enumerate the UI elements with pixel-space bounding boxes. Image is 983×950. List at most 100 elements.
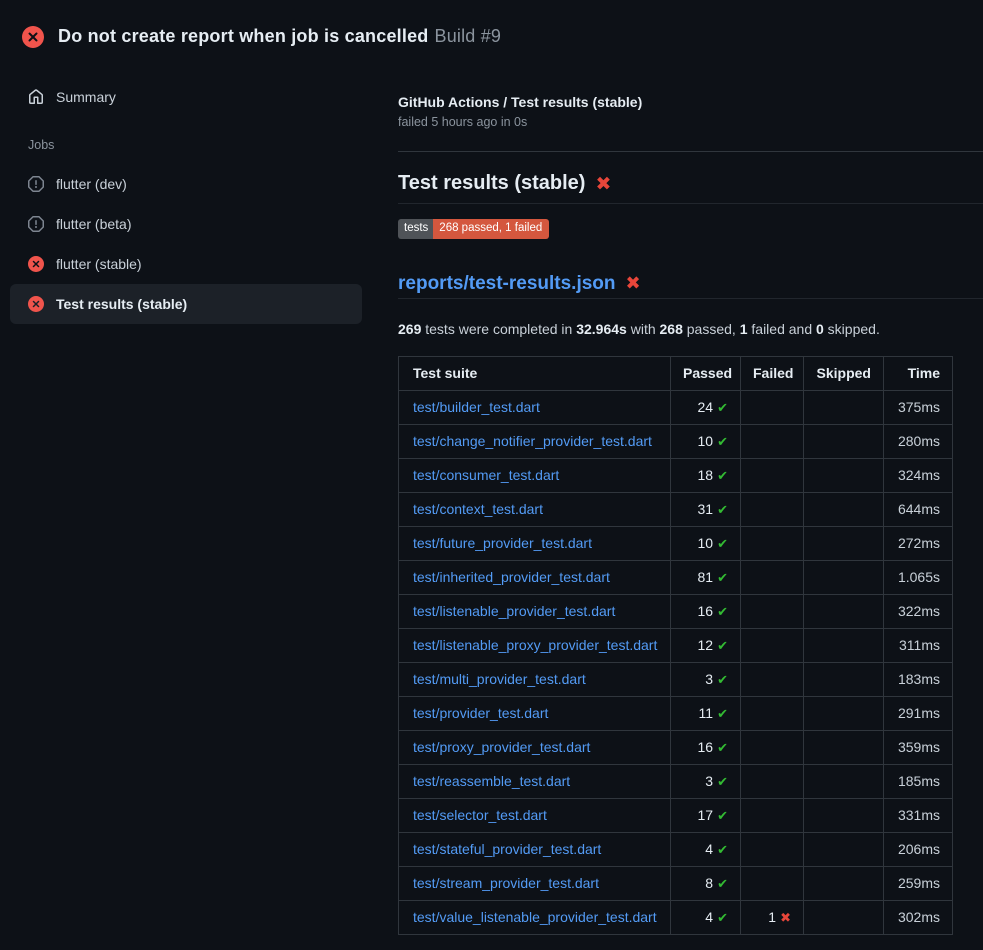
- test-suite-cell: test/future_provider_test.dart: [399, 526, 671, 560]
- test-suite-link[interactable]: test/proxy_provider_test.dart: [413, 739, 590, 755]
- test-suite-link[interactable]: test/listenable_provider_test.dart: [413, 603, 615, 619]
- time-cell: 375ms: [884, 390, 953, 424]
- sidebar-job-item[interactable]: flutter (beta): [10, 204, 362, 244]
- time-cell: 311ms: [884, 628, 953, 662]
- passed-cell-count: 81: [698, 569, 714, 585]
- breadcrumb: GitHub Actions / Test results (stable): [398, 94, 983, 110]
- skipped-cell: [804, 560, 884, 594]
- check-icon: ✔: [717, 707, 728, 722]
- passed-cell: 3✔: [671, 662, 741, 696]
- check-icon: ✔: [717, 401, 728, 416]
- test-suite-link[interactable]: test/selector_test.dart: [413, 807, 547, 823]
- failed-cell: [741, 730, 804, 764]
- time-cell: 322ms: [884, 594, 953, 628]
- passed-cell-count: 10: [698, 535, 714, 551]
- test-suite-link[interactable]: test/value_listenable_provider_test.dart: [413, 909, 657, 925]
- table-row: test/listenable_proxy_provider_test.dart…: [399, 628, 953, 662]
- sidebar-item-summary[interactable]: Summary: [10, 80, 362, 114]
- passed-cell-count: 4: [705, 841, 713, 857]
- test-suite-link[interactable]: test/stateful_provider_test.dart: [413, 841, 601, 857]
- test-suite-link[interactable]: test/multi_provider_test.dart: [413, 671, 586, 687]
- test-suite-link[interactable]: test/builder_test.dart: [413, 399, 540, 415]
- check-icon: ✔: [717, 877, 728, 892]
- summary-fragment: passed,: [683, 321, 740, 337]
- table-row: test/builder_test.dart24✔375ms: [399, 390, 953, 424]
- test-suite-link[interactable]: test/reassemble_test.dart: [413, 773, 570, 789]
- failed-cell: [741, 560, 804, 594]
- passed-cell-count: 12: [698, 637, 714, 653]
- table-row: test/selector_test.dart 17✔ 331ms: [399, 798, 953, 832]
- failed-cell: [741, 798, 804, 832]
- job-label: flutter (stable): [56, 256, 142, 272]
- check-icon: ✔: [717, 741, 728, 756]
- job-label: flutter (beta): [56, 216, 131, 232]
- test-suite-link[interactable]: test/change_notifier_provider_test.dart: [413, 433, 652, 449]
- summary-fragment: tests were completed in: [421, 321, 576, 337]
- check-icon: ✔: [717, 911, 728, 926]
- test-suite-link[interactable]: test/stream_provider_test.dart: [413, 875, 599, 891]
- sidebar-job-item[interactable]: flutter (dev): [10, 164, 362, 204]
- table-row: test/stream_provider_test.dart 8 ✔ 259ms: [399, 866, 953, 900]
- table-row: test/change_notifier_provider_test.dart 1…: [399, 424, 953, 458]
- check-icon: ✔: [717, 673, 728, 688]
- passed-cell: 10✔: [671, 526, 741, 560]
- time-cell: 272ms: [884, 526, 953, 560]
- test-suite-link[interactable]: test/inherited_provider_test.dart: [413, 569, 610, 585]
- summary-fragment: 0: [816, 321, 824, 337]
- test-suite-link[interactable]: test/context_test.dart: [413, 501, 543, 517]
- failed-cross-icon: ✖: [595, 173, 611, 195]
- passed-cell: 12✔: [671, 628, 741, 662]
- time-cell: 280ms: [884, 424, 953, 458]
- skipped-cell: [804, 424, 884, 458]
- failed-cell: [741, 424, 804, 458]
- sidebar-job-item[interactable]: Test results (stable): [10, 284, 362, 324]
- passed-cell: 16✔: [671, 730, 741, 764]
- passed-cell: 16✔: [671, 594, 741, 628]
- summary-fragment: skipped.: [824, 321, 880, 337]
- check-run-page: { "colors": { "bg": "#0d1117", "link_blu…: [0, 0, 983, 950]
- test-suite-link[interactable]: test/listenable_proxy_provider_test.dart: [413, 637, 657, 653]
- sidebar-job-item[interactable]: flutter (stable): [10, 244, 362, 284]
- x-circle-fill-icon: [22, 26, 44, 48]
- sidebar-summary-label: Summary: [56, 89, 116, 105]
- badge-value: 268 passed, 1 failed: [433, 219, 549, 239]
- test-suite-link[interactable]: test/future_provider_test.dart: [413, 535, 592, 551]
- skipped-cell: [804, 798, 884, 832]
- time-cell: 1.065s: [884, 560, 953, 594]
- job-label: flutter (dev): [56, 176, 127, 192]
- jobs-list: flutter (dev) flutter (beta) flutter (stab…: [0, 164, 398, 324]
- summary-fragment: with: [627, 321, 660, 337]
- passed-cell: 17✔: [671, 798, 741, 832]
- report-file-link[interactable]: reports/test-results.json: [398, 273, 616, 295]
- time-cell: 259ms: [884, 866, 953, 900]
- failed-cell: [741, 662, 804, 696]
- test-suite-link[interactable]: test/consumer_test.dart: [413, 467, 559, 483]
- test-suite-cell: test/inherited_provider_test.dart: [399, 560, 671, 594]
- test-suite-cell: test/stateful_provider_test.dart: [399, 832, 671, 866]
- summary-fragment: 269: [398, 321, 421, 337]
- time-cell: 359ms: [884, 730, 953, 764]
- test-suite-link[interactable]: test/provider_test.dart: [413, 705, 548, 721]
- skipped-cell: [804, 492, 884, 526]
- check-icon: ✔: [717, 843, 728, 858]
- test-suite-cell: test/value_listenable_provider_test.dart: [399, 900, 671, 934]
- test-suite-cell: test/reassemble_test.dart: [399, 764, 671, 798]
- badge-label: tests: [398, 219, 433, 239]
- failed-cell: [741, 594, 804, 628]
- check-icon: ✔: [717, 469, 728, 484]
- check-icon: ✔: [717, 503, 728, 518]
- table-row: test/future_provider_test.dart 10✔ 272ms: [399, 526, 953, 560]
- col-header-skipped: Skipped: [804, 356, 884, 390]
- failed-cell: [741, 492, 804, 526]
- col-header-time: Time: [884, 356, 953, 390]
- passed-cell-count: 10: [698, 433, 714, 449]
- time-cell: 331ms: [884, 798, 953, 832]
- failed-cell: [741, 866, 804, 900]
- tests-status-badge: tests 268 passed, 1 failed: [398, 219, 549, 239]
- stop-icon: [28, 176, 44, 192]
- table-row: test/inherited_provider_test.dart81✔1.06…: [399, 560, 953, 594]
- table-row: test/reassemble_test.dart3✔185ms: [399, 764, 953, 798]
- x-circle-fill-icon: [28, 256, 44, 272]
- table-row: test/stateful_provider_test.dart4✔206ms: [399, 832, 953, 866]
- passed-cell-count: 8: [705, 875, 713, 891]
